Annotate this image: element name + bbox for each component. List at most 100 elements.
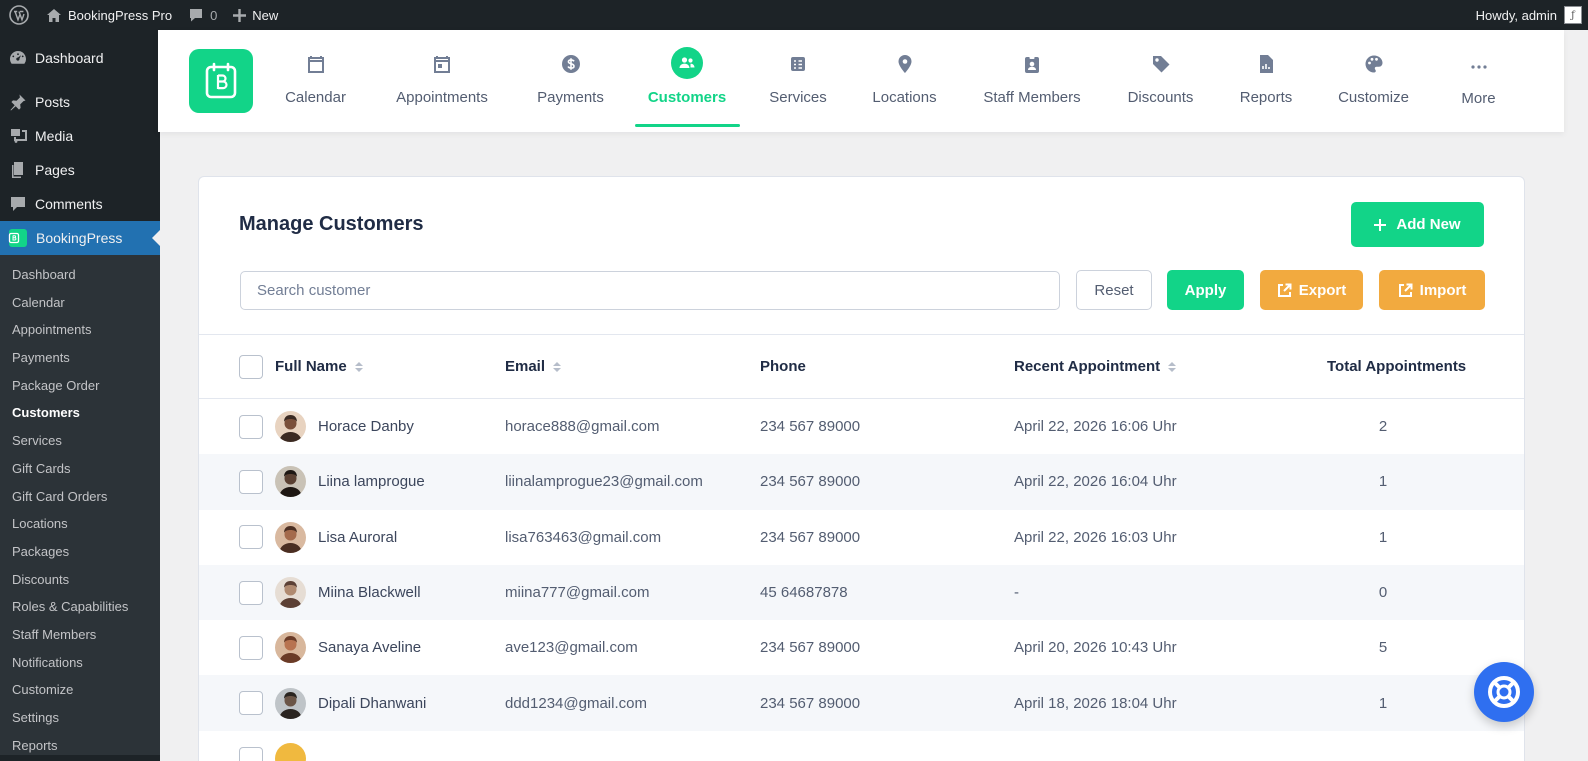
tab-discounts[interactable]: Discounts xyxy=(1126,30,1195,132)
submenu-item[interactable]: Customize xyxy=(0,676,160,704)
site-name-link[interactable]: BookingPress Pro xyxy=(38,0,180,30)
name-cell: Dipali Dhanwani xyxy=(275,675,426,730)
export-button[interactable]: Export xyxy=(1260,270,1363,310)
tab-calendar[interactable]: Calendar xyxy=(283,30,348,132)
submenu-item[interactable]: Locations xyxy=(0,510,160,538)
comments-count: 0 xyxy=(210,7,218,23)
comment-icon xyxy=(11,197,25,211)
submenu-item[interactable]: Customers xyxy=(0,399,160,427)
tab-label: Services xyxy=(769,89,827,106)
submenu-item[interactable]: Dashboard xyxy=(0,261,160,289)
menu-posts[interactable]: Posts xyxy=(0,85,160,119)
recent-appointment-cell: April 18, 2026 18:04 Uhr xyxy=(1014,694,1177,712)
submenu-item[interactable]: Notifications xyxy=(0,649,160,677)
menu-comments[interactable]: Comments xyxy=(0,187,160,221)
account-menu[interactable]: Howdy, admin ƒ xyxy=(1476,0,1582,30)
customer-name[interactable]: Dipali Dhanwani xyxy=(318,695,426,712)
customer-name[interactable]: Sanaya Aveline xyxy=(318,639,421,656)
tab-label: Reports xyxy=(1239,89,1293,106)
sort-icon[interactable] xyxy=(1168,361,1177,372)
wordpress-logo-button[interactable] xyxy=(0,0,38,30)
export-icon xyxy=(1277,283,1292,297)
row-checkbox[interactable] xyxy=(239,414,263,439)
tab-services[interactable]: Services xyxy=(769,30,827,132)
submenu-item[interactable]: Settings xyxy=(0,704,160,732)
select-all-checkbox[interactable] xyxy=(239,354,263,379)
column-recent-appointment[interactable]: Recent Appointment xyxy=(1014,335,1177,398)
menu-label: Media xyxy=(35,128,74,144)
table-row[interactable]: Sanaya Aveline ave123@gmail.com 234 567 89… xyxy=(199,620,1524,675)
menu-dashboard[interactable]: Dashboard xyxy=(0,41,160,75)
phone-cell: 234 567 89000 xyxy=(760,528,861,546)
customer-name[interactable]: Lisa Auroral xyxy=(318,529,397,546)
table-row[interactable]: Lisa Auroral lisa763463@gmail.com 234 567 … xyxy=(199,510,1524,565)
submenu-item[interactable]: Gift Card Orders xyxy=(0,483,160,511)
row-checkbox[interactable] xyxy=(239,469,263,494)
tab-label: More xyxy=(1461,90,1496,107)
tab-reports[interactable]: Reports xyxy=(1239,30,1293,132)
submenu-item[interactable]: Roles & Capabilities xyxy=(0,593,160,621)
total-appointments-cell: 1 xyxy=(1378,473,1388,491)
tab-more[interactable]: More xyxy=(1460,30,1497,132)
submenu-item[interactable]: Gift Cards xyxy=(0,455,160,483)
sort-icon[interactable] xyxy=(553,361,562,372)
bookingpress-top-nav: Calendar Appointments Payments Customers Ser… xyxy=(158,30,1564,132)
phone-cell: 45 64687878 xyxy=(760,584,848,602)
table-row[interactable]: Miina Blackwell miina777@gmail.com 45 6468… xyxy=(199,564,1524,621)
comments-link[interactable]: 0 xyxy=(180,0,225,30)
search-customer-input[interactable] xyxy=(240,271,1060,310)
submenu-item[interactable]: Staff Members xyxy=(0,621,160,649)
customer-rows: Horace Danby horace888@gmail.com 234 567 8… xyxy=(199,399,1524,731)
tab-label: Customize xyxy=(1338,89,1409,106)
submenu-item[interactable]: Calendar xyxy=(0,289,160,317)
add-new-button[interactable]: Add New xyxy=(1351,202,1484,247)
submenu-item[interactable]: Payments xyxy=(0,344,160,372)
tab-staff-members[interactable]: Staff Members xyxy=(981,30,1083,132)
bookingpress-logo[interactable] xyxy=(189,49,253,113)
table-row[interactable]: Dipali Dhanwani ddd1234@gmail.com 234 567 … xyxy=(199,675,1524,731)
row-checkbox[interactable] xyxy=(239,525,263,550)
tab-locations[interactable]: Locations xyxy=(871,30,938,132)
tab-customers[interactable]: Customers xyxy=(647,30,727,132)
menu-pages[interactable]: Pages xyxy=(0,153,160,187)
active-tab-indicator xyxy=(635,124,740,127)
column-email[interactable]: Email xyxy=(505,335,562,398)
column-full-name[interactable]: Full Name xyxy=(275,335,363,398)
submenu-item[interactable]: Discounts xyxy=(0,566,160,594)
manage-customers-panel: Manage Customers Add New Reset Apply Exp… xyxy=(198,176,1525,761)
table-row[interactable]: Horace Danby horace888@gmail.com 234 567 8… xyxy=(199,399,1524,454)
row-checkbox[interactable] xyxy=(239,747,263,761)
phone-cell: 234 567 89000 xyxy=(760,473,861,491)
tab-payments[interactable]: Payments xyxy=(535,30,606,132)
tab-label: Customers xyxy=(647,89,727,106)
row-checkbox[interactable] xyxy=(239,691,263,716)
submenu-item[interactable]: Appointments xyxy=(0,316,160,344)
checkbox-cell xyxy=(239,675,263,730)
customer-name[interactable]: Horace Danby xyxy=(318,418,414,435)
reset-label: Reset xyxy=(1094,281,1134,299)
submenu-item[interactable]: Services xyxy=(0,427,160,455)
new-content-link[interactable]: New xyxy=(225,0,286,30)
tab-appointments[interactable]: Appointments xyxy=(392,30,492,132)
menu-label: Posts xyxy=(35,94,71,110)
menu-bookingpress[interactable]: BookingPress xyxy=(0,221,160,255)
customer-name[interactable]: Liina lamprogue xyxy=(318,473,425,490)
row-checkbox[interactable] xyxy=(239,580,263,605)
submenu-item[interactable]: Packages xyxy=(0,538,160,566)
recent-appointment-cell: April 22, 2026 16:06 Uhr xyxy=(1014,418,1177,436)
submenu-item[interactable]: Package Order xyxy=(0,372,160,400)
checkbox-cell xyxy=(239,454,263,509)
import-button[interactable]: Import xyxy=(1379,270,1485,310)
submenu-item[interactable]: Reports xyxy=(0,732,160,760)
checkbox-cell xyxy=(239,510,263,565)
help-lifebuoy-button[interactable] xyxy=(1474,662,1534,722)
sort-icon[interactable] xyxy=(354,361,363,372)
row-checkbox[interactable] xyxy=(239,635,263,660)
table-row[interactable]: Liina lamprogue liinalamprogue23@gmail.co… xyxy=(199,454,1524,510)
customer-name[interactable]: Miina Blackwell xyxy=(318,584,421,601)
apply-button[interactable]: Apply xyxy=(1167,270,1244,310)
tab-customize[interactable]: Customize xyxy=(1336,30,1411,132)
menu-media[interactable]: Media xyxy=(0,119,160,153)
total-appointments-cell: 1 xyxy=(1378,528,1388,546)
reset-button[interactable]: Reset xyxy=(1076,270,1152,310)
